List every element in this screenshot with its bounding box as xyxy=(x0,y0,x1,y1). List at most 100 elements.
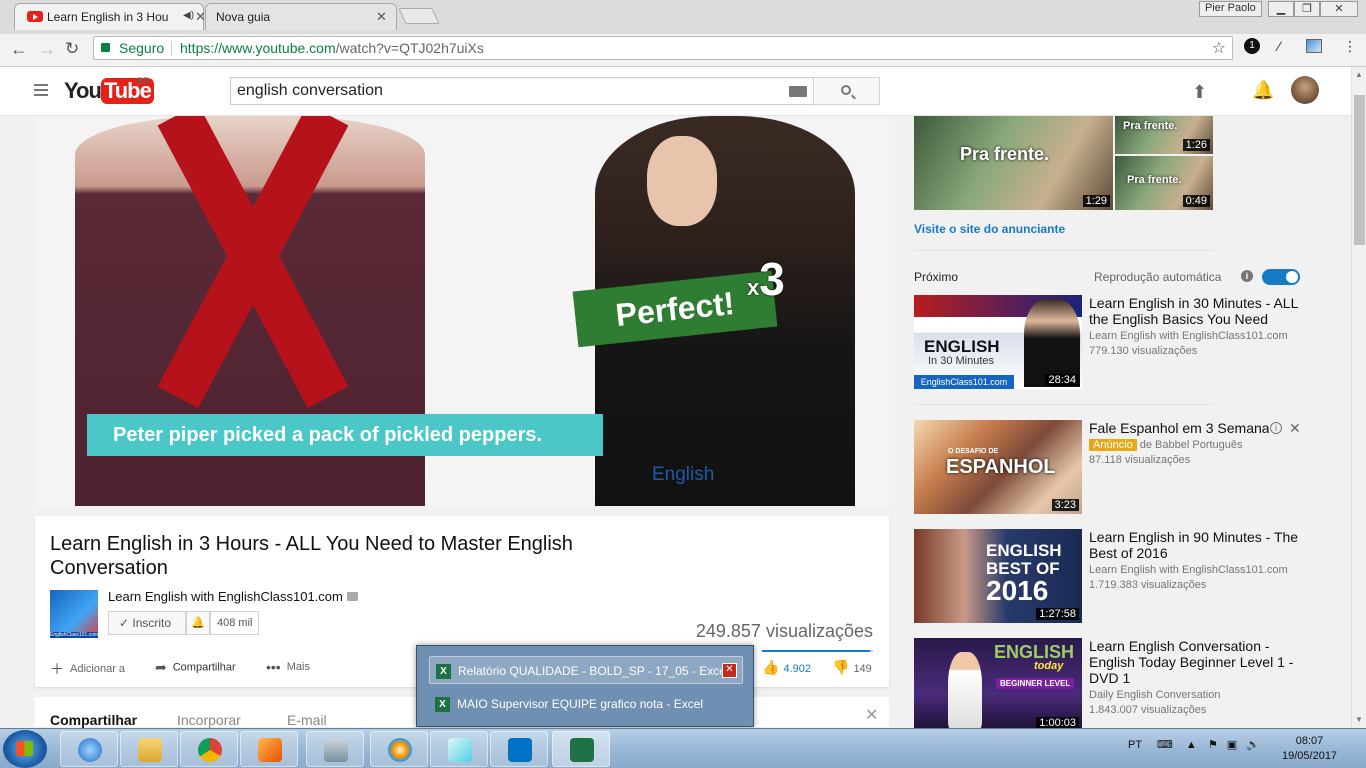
close-share-icon[interactable]: ✕ xyxy=(865,705,878,725)
autoplay-toggle[interactable] xyxy=(1262,269,1300,285)
share-button[interactable]: ➦ Compartilhar xyxy=(155,659,236,676)
scrollbar-thumb[interactable] xyxy=(1354,95,1365,245)
list-item-ad[interactable]: O DESAFIO DE ESPANHOL 3:23 Fale Espanhol… xyxy=(914,420,1304,514)
audio-playing-icon[interactable]: ◀) xyxy=(183,10,194,21)
ad-video-small-1[interactable]: Pra frente. 1:26 xyxy=(1115,116,1213,154)
autoplay-label: Reprodução automática xyxy=(1094,270,1222,284)
notifications-bell-icon[interactable]: 🔔 xyxy=(1252,80,1274,101)
visit-advertiser-link[interactable]: Visite o site do anunciante xyxy=(914,222,1065,236)
video-player[interactable]: Perfect! x3 Peter piper picked a pack of… xyxy=(35,116,889,506)
extension-pen-icon[interactable]: ⁄ xyxy=(1278,38,1280,54)
window-close-icon[interactable]: ✕ xyxy=(1320,1,1358,17)
tab-strip: Learn English in 3 Hou ◀) ✕ Nova guia ✕ … xyxy=(0,0,1366,34)
notification-bell-icon[interactable]: 🔔 xyxy=(186,611,210,635)
dismiss-icon[interactable]: ✕ xyxy=(1289,420,1301,437)
ad-channel: Anúncio de Babbel Português xyxy=(1089,439,1243,451)
minimize-icon[interactable]: ▁ xyxy=(1268,1,1294,17)
scroll-up-icon[interactable]: ▲ xyxy=(1355,70,1363,79)
upload-icon[interactable]: ⬆ xyxy=(1192,82,1207,103)
address-bar[interactable]: Seguro https://www.youtube.com/watch?v=Q… xyxy=(93,36,1233,60)
taskbar-paint[interactable] xyxy=(370,731,428,767)
profile-button[interactable]: Pier Paolo xyxy=(1199,1,1262,17)
plus-icon: ＋ xyxy=(50,661,64,677)
ad-video-small-2[interactable]: Pra frente. 0:49 xyxy=(1115,156,1213,210)
search-input[interactable] xyxy=(237,82,777,100)
channel-thumbnail[interactable]: EnglishClass101.com xyxy=(50,590,98,638)
system-tray: PT ⌨ ▲ ⚑ ▣ 🔊 xyxy=(1128,738,1260,751)
forward-icon[interactable]: → xyxy=(38,39,56,60)
like-button[interactable]: 👍 4.902 xyxy=(762,659,811,676)
video-thumbnail: ENGLISH In 30 Minutes EnglishClass101.co… xyxy=(914,295,1082,389)
taskbar-calculator[interactable] xyxy=(306,731,364,767)
ad-video-main[interactable]: Pra frente. 1:29 xyxy=(914,116,1113,210)
language-indicator[interactable]: PT xyxy=(1128,739,1142,751)
view-count: 249.857 visualizações xyxy=(695,621,873,641)
flag-icon[interactable]: ⚑ xyxy=(1208,739,1218,751)
channel-name[interactable]: Learn English with EnglishClass101.com xyxy=(108,589,358,604)
list-item[interactable]: ENGLISH In 30 Minutes EnglishClass101.co… xyxy=(914,295,1304,389)
video-title: Learn English in 3 Hours - ALL You Need … xyxy=(50,533,573,579)
overlay-multiplier: x3 xyxy=(747,253,785,305)
video-title[interactable]: Learn English in 90 Minutes - The Best o… xyxy=(1089,529,1301,561)
internet-explorer-icon xyxy=(78,738,102,762)
video-title[interactable]: Learn English in 30 Minutes - ALL the En… xyxy=(1089,295,1301,327)
verified-icon xyxy=(346,592,358,601)
extension-badge-icon[interactable]: 1 xyxy=(1244,38,1260,54)
video-title[interactable]: Learn English Conversation - English Tod… xyxy=(1089,638,1301,686)
restore-icon[interactable]: ❐ xyxy=(1294,1,1320,17)
tab-embed[interactable]: Incorporar xyxy=(177,712,241,728)
sidebar: Pra frente. 1:29 Pra frente. 1:26 Pra fr… xyxy=(914,116,1304,732)
taskbar-chrome[interactable] xyxy=(180,731,238,767)
tab-new-tab[interactable]: Nova guia ✕ xyxy=(205,3,397,30)
url-text[interactable]: https://www.youtube.com/watch?v=QTJ02h7u… xyxy=(180,40,484,56)
volume-icon[interactable]: 🔊 xyxy=(1246,739,1260,751)
dislike-button[interactable]: 👎 149 xyxy=(832,659,872,676)
keyboard-icon[interactable]: ⌨ xyxy=(1157,739,1173,751)
list-item[interactable]: ENGLISH BEST OF 2016 1:27:58 Learn Engli… xyxy=(914,529,1304,623)
search-button[interactable] xyxy=(813,77,880,105)
page-scrollbar[interactable]: ▲ ▼ xyxy=(1351,67,1366,728)
taskbar-outlook[interactable] xyxy=(490,731,548,767)
guide-menu-icon[interactable] xyxy=(34,84,48,96)
taskbar-ie[interactable] xyxy=(60,731,118,767)
start-button[interactable] xyxy=(3,730,47,768)
close-window-icon[interactable]: ✕ xyxy=(722,663,737,678)
tray-expand-icon[interactable]: ▲ xyxy=(1186,739,1197,751)
add-to-button[interactable]: ＋ Adicionar a xyxy=(50,659,125,679)
taskbar-media-player[interactable] xyxy=(240,731,298,767)
network-icon[interactable]: ▣ xyxy=(1227,739,1237,751)
excel-icon: X xyxy=(436,664,451,679)
taskbar-notes[interactable] xyxy=(430,731,488,767)
tab-share[interactable]: Compartilhar xyxy=(50,712,137,728)
list-item[interactable]: ENGLISH today BEGINNER LEVEL 1:00:03 Lea… xyxy=(914,638,1304,732)
excel-window-item[interactable]: X Relatório QUALIDADE - BOLD_SP - 17_05 … xyxy=(429,656,743,684)
account-avatar[interactable] xyxy=(1291,76,1319,104)
scroll-down-icon[interactable]: ▼ xyxy=(1355,715,1363,724)
info-icon[interactable]: i xyxy=(1270,422,1282,434)
tab-close-icon[interactable]: ✕ xyxy=(376,9,387,25)
excel-icon xyxy=(570,738,594,762)
like-ratio-fill xyxy=(762,650,870,652)
duration-badge: 1:27:58 xyxy=(1036,608,1079,620)
video-thumbnail: O DESAFIO DE ESPANHOL 3:23 xyxy=(914,420,1082,514)
taskbar-explorer[interactable] xyxy=(120,731,178,767)
keyboard-icon[interactable] xyxy=(789,86,807,97)
up-next-label: Próximo xyxy=(914,270,959,284)
reload-icon[interactable]: ↻ xyxy=(65,39,79,59)
tab-youtube[interactable]: Learn English in 3 Hou ◀) ✕ xyxy=(14,3,206,30)
video-title[interactable]: Fale Espanhol em 3 Semanas xyxy=(1089,420,1269,436)
menu-dots-icon[interactable]: ⋮ xyxy=(1343,38,1357,55)
bookmark-star-icon[interactable]: ☆ xyxy=(1212,38,1226,58)
excel-window-item[interactable]: X MAIO Supervisor EQUIPE grafico nota - … xyxy=(429,690,743,718)
clock[interactable]: 08:07 19/05/2017 xyxy=(1282,734,1337,764)
new-tab-button[interactable] xyxy=(398,8,440,24)
subscribed-button[interactable]: ✓ Inscrito xyxy=(108,611,186,635)
info-icon[interactable]: i xyxy=(1241,270,1253,282)
taskbar-excel[interactable] xyxy=(552,731,610,767)
youtube-logo[interactable]: You Tube BR xyxy=(64,76,154,106)
back-icon[interactable]: ← xyxy=(10,39,28,60)
excel-window-list: X Relatório QUALIDADE - BOLD_SP - 17_05 … xyxy=(416,645,754,727)
extension-image-icon[interactable] xyxy=(1306,39,1322,53)
more-button[interactable]: ••• Mais xyxy=(266,659,310,675)
tab-email[interactable]: E-mail xyxy=(287,712,327,728)
